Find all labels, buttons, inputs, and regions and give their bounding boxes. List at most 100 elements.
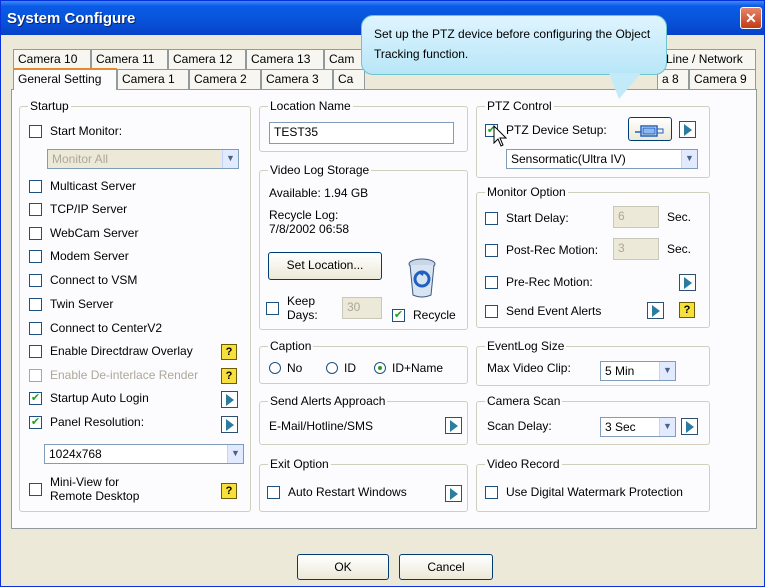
- ok-button[interactable]: OK: [297, 554, 389, 580]
- callout-pointer: [609, 73, 641, 99]
- pre-rec-arrow-button[interactable]: [679, 274, 696, 291]
- post-rec-checkbox[interactable]: Post-Rec Motion:: [485, 243, 598, 257]
- checkbox-box[interactable]: [29, 297, 42, 311]
- window-title: System Configure: [7, 10, 136, 27]
- alerts-arrow-button[interactable]: [445, 417, 462, 434]
- connect-centerv2-checkbox[interactable]: Connect to CenterV2: [29, 321, 162, 335]
- recycle-bin-icon: [407, 257, 437, 299]
- checkbox-box[interactable]: [29, 321, 42, 335]
- checkbox-box[interactable]: [29, 179, 42, 193]
- caption-id-name-radio[interactable]: ID+Name: [374, 361, 443, 375]
- label: WebCam Server: [50, 226, 139, 240]
- max-video-clip-value: 5 Min: [605, 364, 635, 378]
- checkbox-box[interactable]: [29, 391, 42, 405]
- tab-camera-14[interactable]: Cam: [324, 49, 364, 69]
- event-alerts-arrow-button[interactable]: [647, 302, 664, 319]
- checkbox-box[interactable]: [29, 124, 42, 138]
- cancel-button[interactable]: Cancel: [399, 554, 493, 580]
- deinterlace-checkbox: Enable De-interlace Render: [29, 368, 198, 382]
- tab-camera-2[interactable]: Camera 2: [189, 69, 261, 89]
- auto-login-checkbox[interactable]: Startup Auto Login: [29, 391, 149, 405]
- label: Mini-View for Remote Desktop: [50, 475, 139, 503]
- deinterlace-help-icon[interactable]: ?: [221, 368, 237, 384]
- checkbox-box[interactable]: [267, 485, 280, 499]
- resolution-select[interactable]: 1024x768 ▼: [44, 444, 244, 464]
- scan-delay-select[interactable]: 3 Sec ▼: [600, 417, 676, 437]
- label: Enable Directdraw Overlay: [50, 344, 193, 358]
- tab-camera-11[interactable]: Camera 11: [91, 49, 168, 69]
- label: Use Digital Watermark Protection: [506, 485, 683, 499]
- ptz-device-setup-button[interactable]: [628, 117, 672, 141]
- connect-vsm-checkbox[interactable]: Connect to VSM: [29, 273, 137, 287]
- start-delay-unit: Sec.: [667, 210, 692, 224]
- tab-general-setting[interactable]: General Setting: [13, 68, 117, 90]
- tab-line-network[interactable]: Line / Network: [661, 49, 756, 69]
- set-location-button[interactable]: Set Location...: [268, 252, 382, 280]
- checkbox-box[interactable]: [29, 249, 42, 263]
- ptz-title: PTZ Control: [485, 99, 554, 113]
- directdraw-overlay-checkbox[interactable]: Enable Directdraw Overlay: [29, 344, 193, 358]
- radio-circle[interactable]: [269, 362, 281, 374]
- tab-camera-4[interactable]: Ca: [333, 69, 365, 89]
- checkbox-box[interactable]: [29, 483, 42, 496]
- checkbox-box[interactable]: [485, 304, 498, 318]
- checkbox-box[interactable]: [266, 301, 279, 315]
- tab-camera-3[interactable]: Camera 3: [261, 69, 333, 89]
- keep-days-input: 30: [342, 297, 382, 319]
- tcpip-server-checkbox[interactable]: TCP/IP Server: [29, 202, 127, 216]
- webcam-server-checkbox[interactable]: WebCam Server: [29, 226, 138, 240]
- label: PTZ Device Setup:: [506, 123, 607, 137]
- watermark-checkbox[interactable]: Use Digital Watermark Protection: [485, 485, 683, 499]
- keep-line1: Keep: [287, 294, 316, 308]
- recycle-checkbox[interactable]: Recycle: [392, 308, 456, 322]
- mini-view-help-icon[interactable]: ?: [221, 483, 237, 499]
- location-name-input[interactable]: TEST35: [269, 122, 454, 144]
- panel-resolution-checkbox[interactable]: Panel Resolution:: [29, 415, 144, 429]
- ptz-arrow-button[interactable]: [679, 121, 696, 138]
- radio-circle[interactable]: [326, 362, 338, 374]
- checkbox-box[interactable]: [29, 202, 42, 216]
- checkbox-box[interactable]: [29, 415, 42, 429]
- multicast-server-checkbox[interactable]: Multicast Server: [29, 179, 136, 193]
- checkbox-box[interactable]: [485, 275, 498, 289]
- label: Connect to CenterV2: [50, 321, 163, 335]
- checkbox-box[interactable]: [29, 226, 42, 240]
- caption-id-radio[interactable]: ID: [326, 361, 356, 375]
- close-button[interactable]: ✕: [740, 7, 762, 29]
- ptz-device-select[interactable]: Sensormatic(Ultra IV) ▼: [506, 149, 698, 169]
- start-monitor-checkbox[interactable]: Start Monitor:: [29, 124, 122, 138]
- mini-view-checkbox[interactable]: Mini-View for Remote Desktop: [29, 475, 139, 503]
- exit-title: Exit Option: [268, 457, 331, 471]
- keep-days-checkbox[interactable]: Keep Days:: [266, 294, 318, 322]
- tab-camera-12[interactable]: Camera 12: [168, 49, 246, 69]
- checkbox-box[interactable]: [485, 243, 498, 257]
- exit-arrow-button[interactable]: [445, 485, 462, 502]
- radio-circle[interactable]: [374, 362, 386, 374]
- mini-view-line2: Remote Desktop: [50, 489, 140, 503]
- start-delay-checkbox[interactable]: Start Delay:: [485, 211, 569, 225]
- checkbox-box[interactable]: [392, 308, 405, 322]
- twin-server-checkbox[interactable]: Twin Server: [29, 297, 113, 311]
- directdraw-help-icon[interactable]: ?: [221, 344, 237, 360]
- label: Recycle: [413, 308, 456, 322]
- send-event-alerts-checkbox[interactable]: Send Event Alerts: [485, 304, 601, 318]
- checkbox-box[interactable]: [485, 485, 498, 499]
- tab-camera-1[interactable]: Camera 1: [117, 69, 189, 89]
- checkbox-box[interactable]: [29, 344, 42, 358]
- recycle-log-date: 7/8/2002 06:58: [269, 222, 350, 236]
- auto-restart-checkbox[interactable]: Auto Restart Windows: [267, 485, 407, 499]
- checkbox-box[interactable]: [29, 273, 42, 287]
- system-configure-dialog: System Configure ✕ Camera 10 Camera 11 C…: [0, 0, 765, 587]
- tab-camera-9[interactable]: Camera 9: [689, 69, 756, 89]
- caption-no-radio[interactable]: No: [269, 361, 302, 375]
- auto-login-arrow-button[interactable]: [221, 391, 238, 408]
- panel-resolution-arrow-button[interactable]: [221, 416, 238, 433]
- tab-camera-10[interactable]: Camera 10: [13, 49, 91, 69]
- modem-server-checkbox[interactable]: Modem Server: [29, 249, 129, 263]
- event-alerts-help-icon[interactable]: ?: [679, 302, 695, 318]
- checkbox-box[interactable]: [485, 211, 498, 225]
- scan-arrow-button[interactable]: [681, 418, 698, 435]
- pre-rec-checkbox[interactable]: Pre-Rec Motion:: [485, 275, 593, 289]
- tab-camera-13[interactable]: Camera 13: [246, 49, 324, 69]
- max-video-clip-select[interactable]: 5 Min ▼: [600, 361, 676, 381]
